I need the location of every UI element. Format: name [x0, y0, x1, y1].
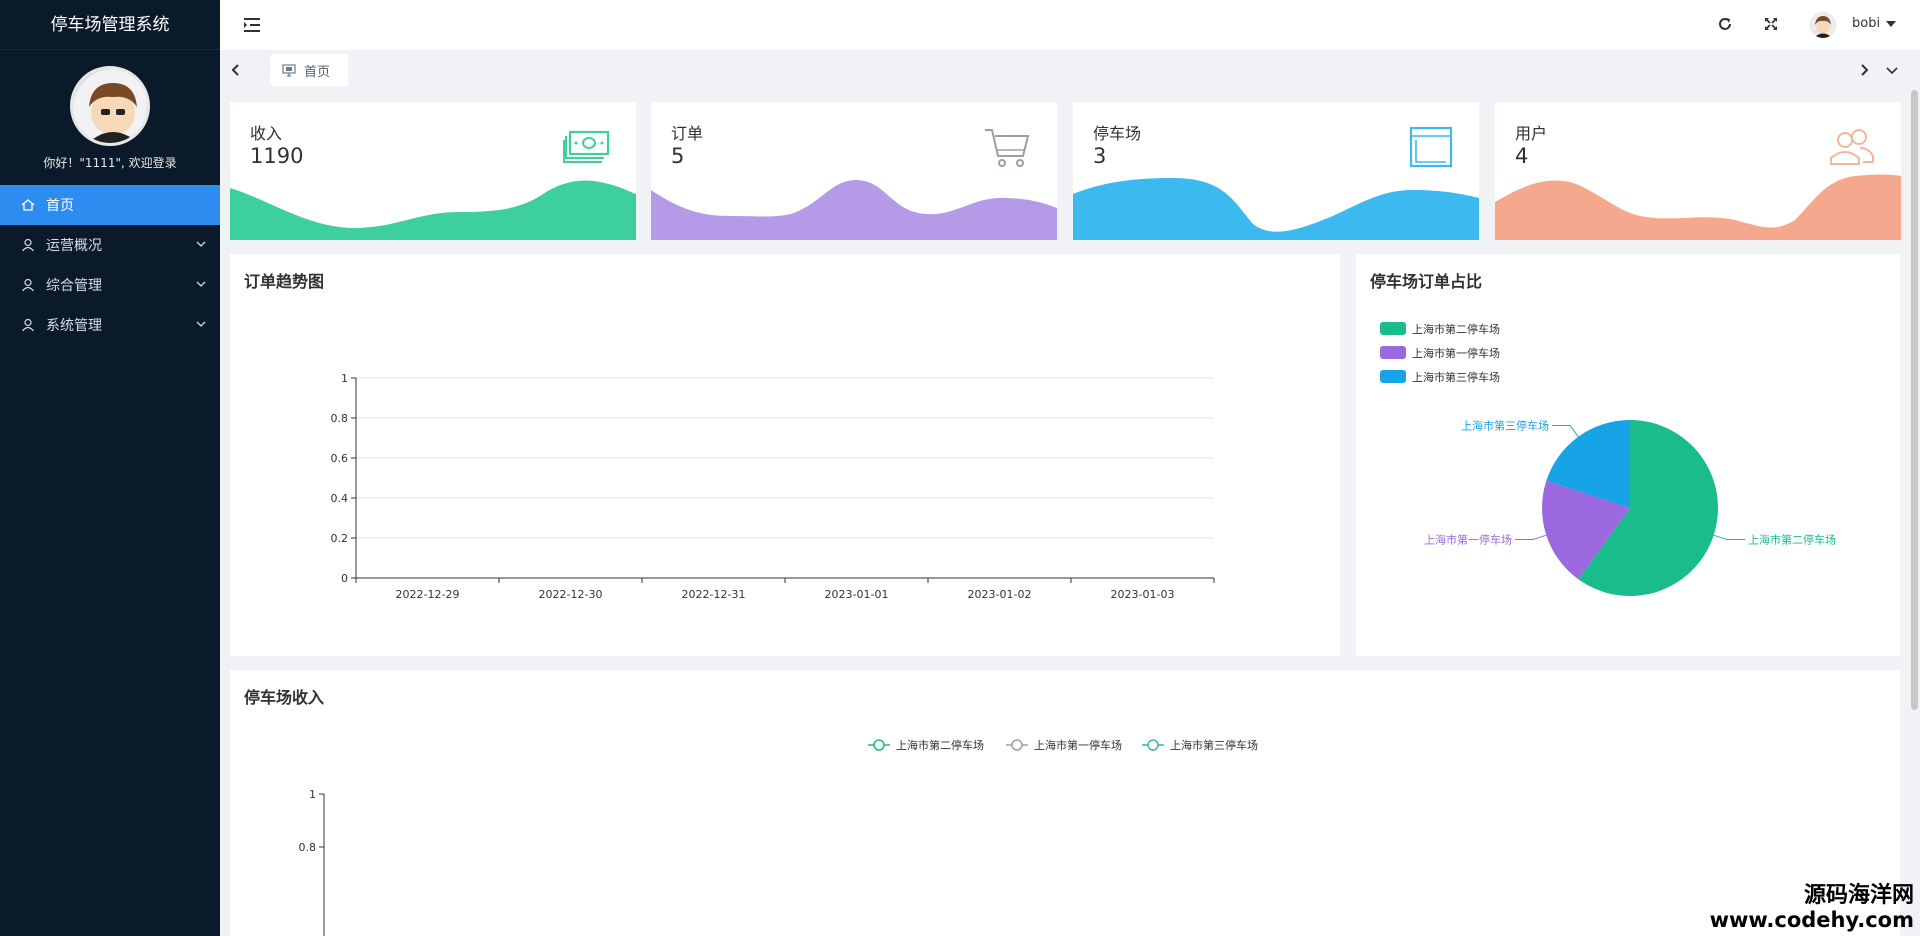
sidebar: 停车场管理系统 你好！"1111", 欢迎登录 首页 运营概况 综合管理 系统管…: [0, 0, 220, 936]
sidebar-item-label: 首页: [46, 198, 74, 214]
tabs-bar: 首页: [220, 50, 1920, 90]
pie-label: 上海市第二停车场: [1748, 533, 1836, 547]
sidebar-item-home[interactable]: 首页: [0, 185, 220, 225]
lot-income-panel: 停车场收入 上海市第二停车场 上海市第一停车场 上海市第三停车场 1 0.8: [230, 670, 1900, 936]
chevron-down-icon: [196, 241, 206, 247]
y-tick-label: 0.2: [331, 532, 349, 545]
app-title: 停车场管理系统: [0, 0, 220, 50]
menu-fold-icon[interactable]: [242, 15, 262, 35]
watermark: 源码海洋网 www.codehy.com: [1709, 883, 1914, 933]
y-tick-label: 0.4: [331, 492, 349, 505]
legend-swatch: [1380, 346, 1406, 359]
caret-down-icon[interactable]: [1886, 21, 1896, 27]
chevron-right-icon[interactable]: [1856, 62, 1872, 78]
y-tick-label: 0: [341, 572, 348, 585]
user-avatar[interactable]: [1810, 12, 1836, 38]
card-label: 订单: [671, 124, 704, 143]
profile-avatar[interactable]: [70, 66, 150, 146]
order-card: 订单 5: [651, 102, 1057, 240]
sidebar-item-management[interactable]: 综合管理: [0, 265, 220, 305]
pie-label: 上海市第一停车场: [1424, 533, 1512, 547]
legend-swatch: [1380, 370, 1406, 383]
welcome-text: 你好！"1111", 欢迎登录: [43, 156, 177, 170]
legend-label: 上海市第一停车场: [1412, 346, 1500, 360]
x-tick-label: 2023-01-02: [968, 588, 1032, 601]
legend-label: 上海市第二停车场: [896, 738, 984, 752]
x-tick-label: 2023-01-01: [825, 588, 889, 601]
chevron-down-icon: [196, 321, 206, 327]
scrollbar[interactable]: [1911, 90, 1918, 710]
card-label: 用户: [1515, 124, 1548, 143]
y-tick-label: 0.6: [331, 452, 349, 465]
y-tick-label: 0.8: [331, 412, 349, 425]
x-tick-label: 2022-12-30: [539, 588, 603, 601]
pie-label: 上海市第三停车场: [1461, 418, 1549, 432]
username[interactable]: bobi: [1852, 16, 1880, 31]
tab-home[interactable]: 首页: [270, 54, 349, 86]
order-trend-chart: 1 0.8 0.6 0.4 0.2 0 2022-12-29 2022-12-30 2022-1…: [331, 372, 1215, 601]
refresh-icon[interactable]: [1716, 15, 1734, 33]
monitor-icon: [282, 64, 296, 77]
user-icon: [20, 277, 36, 293]
chevron-down-icon[interactable]: [1884, 62, 1900, 78]
x-tick-label: 2022-12-31: [682, 588, 746, 601]
user-icon: [20, 237, 36, 253]
watermark-line1: 源码海洋网: [1803, 883, 1914, 908]
sidebar-item-label: 运营概况: [46, 238, 102, 254]
card-label: 收入: [250, 124, 283, 143]
order-wave: [651, 180, 1057, 240]
income-card: 收入 1190: [230, 102, 636, 240]
chevron-left-icon[interactable]: [228, 62, 244, 78]
y-tick-label: 1: [341, 372, 348, 385]
user-card: 用户 4: [1495, 102, 1901, 240]
sidebar-item-operations[interactable]: 运营概况: [0, 225, 220, 265]
legend-marker: [873, 739, 885, 751]
sidebar-item-label: 综合管理: [46, 278, 102, 294]
lot-income-chart: 上海市第二停车场 上海市第一停车场 上海市第三停车场 1 0.8: [299, 738, 1258, 936]
watermark-line2: www.codehy.com: [1709, 908, 1914, 932]
top-header: bobi: [220, 0, 1920, 50]
lot-share-chart: 上海市第二停车场上海市第一停车场上海市第三停车场上海市第二停车场上海市第一停车场…: [1380, 322, 1836, 596]
order-trend-panel: 订单趋势图 1 0.8 0.6 0.4 0.2 0 2022-12-29 2022-12-30…: [230, 254, 1340, 656]
pie-label-line: [1552, 424, 1579, 438]
chevron-down-icon: [196, 281, 206, 287]
tab-label: 首页: [304, 64, 331, 80]
legend-label: 上海市第三停车场: [1170, 738, 1258, 752]
sidebar-item-label: 系统管理: [46, 318, 102, 334]
legend-swatch: [1380, 322, 1406, 335]
user-icon: [20, 317, 36, 333]
home-icon: [20, 197, 36, 213]
fullscreen-icon[interactable]: [1762, 15, 1780, 33]
pie-label-line: [1713, 534, 1746, 541]
sidebar-item-system[interactable]: 系统管理: [0, 305, 220, 345]
legend-marker: [1011, 739, 1023, 751]
legend-label: 上海市第三停车场: [1412, 370, 1500, 384]
x-tick-label: 2022-12-29: [396, 588, 460, 601]
income-wave: [230, 180, 636, 240]
pie-label-line: [1514, 534, 1547, 541]
card-label: 停车场: [1093, 124, 1142, 143]
x-tick-label: 2023-01-03: [1111, 588, 1175, 601]
user-wave: [1495, 174, 1901, 240]
y-tick-label: 1: [309, 788, 316, 801]
y-tick-label: 0.8: [299, 841, 317, 854]
legend-label: 上海市第一停车场: [1034, 738, 1122, 752]
legend-label: 上海市第二停车场: [1412, 322, 1500, 336]
legend-marker: [1147, 739, 1159, 751]
parking-lot-card: 停车场 3: [1073, 102, 1479, 240]
parking-lot-wave: [1073, 178, 1479, 240]
lot-share-panel: 停车场订单占比 上海市第二停车场 上海市第一停车场 上海市第三停车场 上海市第二停车场…: [1356, 254, 1900, 656]
